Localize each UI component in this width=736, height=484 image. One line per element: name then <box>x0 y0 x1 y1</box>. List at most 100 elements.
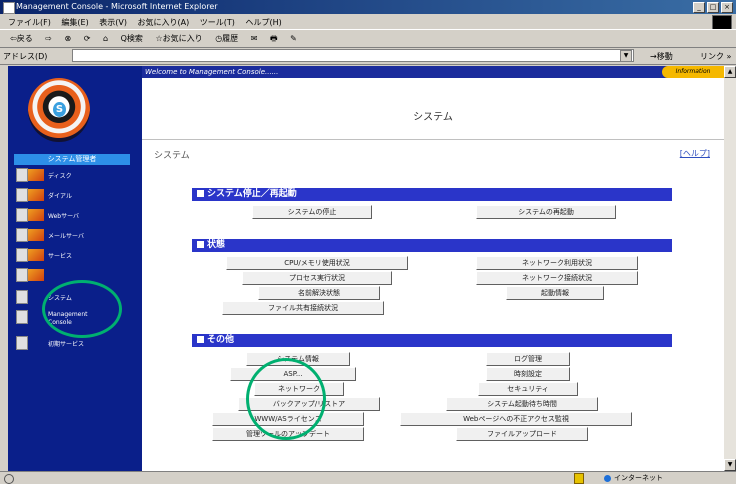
sidebar-item-initial-service[interactable]: 初期サービス <box>16 336 140 350</box>
back-button[interactable]: ⇦戻る <box>10 33 33 44</box>
scroll-up-icon[interactable]: ▲ <box>724 66 736 78</box>
globe-icon <box>604 474 611 482</box>
file-upload-button[interactable]: ファイルアップロード <box>456 427 588 441</box>
section-title: 状態 <box>207 240 226 250</box>
square-icon <box>197 190 204 197</box>
time-setting-button[interactable]: 時刻設定 <box>486 367 570 381</box>
tool-update-button[interactable]: 管理ツールのアップデート <box>212 427 364 441</box>
print-button[interactable]: 🖶 <box>270 33 278 47</box>
section-header-status: 状態 <box>192 239 672 252</box>
service-icon <box>28 249 44 261</box>
security-button[interactable]: セキュリティ <box>478 382 578 396</box>
network-button[interactable]: ネットワーク <box>254 382 344 396</box>
main-content: Welcome to Management Console...... Info… <box>142 66 724 471</box>
scroll-down-icon[interactable]: ▼ <box>724 459 736 471</box>
maximize-button[interactable]: □ <box>707 2 719 13</box>
system-restart-button[interactable]: システムの再起動 <box>476 205 616 219</box>
boot-info-button[interactable]: 起動情報 <box>506 286 604 300</box>
divider <box>142 139 724 140</box>
asp-button[interactable]: ASP... <box>230 367 356 381</box>
document-icon <box>16 188 28 202</box>
vertical-scrollbar[interactable]: ▲ ▼ <box>724 66 736 471</box>
sidebar-item-management-console[interactable]: Management Console <box>16 310 140 330</box>
section-title: その他 <box>207 335 235 345</box>
menu-favorites[interactable]: お気に入り(A) <box>138 17 190 28</box>
backup-restore-button[interactable]: バックアップ/リストア <box>238 397 380 411</box>
toolbar: ⇦戻る ⇨ ⊗ ⟳ ⌂ Q検索 ☆お気に入り ◷履歴 ✉ 🖶 ✎ <box>0 29 736 48</box>
refresh-button[interactable]: ⟳ <box>84 34 91 43</box>
document-icon <box>16 290 28 304</box>
breadcrumb: システム <box>154 151 190 161</box>
mail-icon <box>28 229 44 241</box>
ie-icon <box>3 2 15 14</box>
square-icon <box>197 241 204 248</box>
system-stop-button[interactable]: システムの停止 <box>252 205 372 219</box>
sidebar-item-disk[interactable]: ディスク <box>16 168 140 182</box>
address-label: アドレス(D) <box>3 52 48 61</box>
lock-icon <box>574 473 584 484</box>
log-manage-button[interactable]: ログ管理 <box>486 352 570 366</box>
minimize-button[interactable]: _ <box>693 2 705 13</box>
sidebar-header[interactable]: システム管理者 <box>14 154 130 165</box>
penguin-logo-icon: S <box>28 78 90 142</box>
status-bar: インターネット <box>0 471 736 484</box>
section-title: システム停止／再起動 <box>207 189 297 199</box>
mail-button[interactable]: ✉ <box>251 34 258 43</box>
document-icon <box>16 248 28 262</box>
home-button[interactable]: ⌂ <box>103 34 108 43</box>
document-icon <box>16 208 28 222</box>
favorites-button[interactable]: ☆お気に入り <box>155 33 202 44</box>
go-button[interactable]: →移動 <box>650 51 673 62</box>
sidebar: S システム管理者 ディスク ダイアル Webサーバ メールサーバ サービス シ… <box>8 66 142 471</box>
menu-view[interactable]: 表示(V) <box>99 17 127 28</box>
system-info-button[interactable]: システム情報 <box>246 352 350 366</box>
document-icon <box>16 228 28 242</box>
document-icon <box>16 168 28 182</box>
search-button[interactable]: Q検索 <box>121 33 143 44</box>
close-button[interactable]: × <box>721 2 733 13</box>
section-header-other: その他 <box>192 334 672 347</box>
square-icon <box>197 336 204 343</box>
stop-button[interactable]: ⊗ <box>65 34 72 43</box>
tool-icon <box>28 269 44 281</box>
windows-logo-icon <box>712 15 732 30</box>
page-title: システム <box>413 112 453 123</box>
chevron-down-icon[interactable]: ▼ <box>620 50 632 62</box>
network-usage-button[interactable]: ネットワーク利用状況 <box>476 256 638 270</box>
file-share-button[interactable]: ファイル共有接続状況 <box>222 301 384 315</box>
web-icon <box>28 209 44 221</box>
forward-button[interactable]: ⇨ <box>45 34 52 43</box>
sidebar-item-unlabeled[interactable] <box>16 268 140 282</box>
document-icon <box>16 310 28 324</box>
document-icon <box>16 268 28 282</box>
zone-label: インターネット <box>614 474 663 482</box>
menu-file[interactable]: ファイル(F) <box>8 17 51 28</box>
sidebar-item-service[interactable]: サービス <box>16 248 140 262</box>
menu-tools[interactable]: ツール(T) <box>200 17 235 28</box>
process-status-button[interactable]: プロセス実行状況 <box>242 271 392 285</box>
menu-help[interactable]: ヘルプ(H) <box>245 17 281 28</box>
edit-button[interactable]: ✎ <box>290 34 297 43</box>
sidebar-item-system[interactable]: システム <box>16 290 140 304</box>
address-input[interactable] <box>72 49 634 62</box>
boot-wait-button[interactable]: システム起動待ち時間 <box>446 397 598 411</box>
sidebar-item-dial[interactable]: ダイアル <box>16 188 140 202</box>
name-resolution-button[interactable]: 名前解決状態 <box>258 286 380 300</box>
sidebar-item-web[interactable]: Webサーバ <box>16 208 140 222</box>
section-header-shutdown: システム停止／再起動 <box>192 188 672 201</box>
document-icon <box>16 336 28 350</box>
web-access-monitor-button[interactable]: Webページへの不正アクセス監視 <box>400 412 632 426</box>
security-zone: インターネット <box>604 473 663 483</box>
dial-icon <box>28 189 44 201</box>
information-tab[interactable]: Information <box>662 66 724 78</box>
welcome-text: Welcome to Management Console...... <box>145 68 279 76</box>
help-link[interactable]: [ヘルプ] <box>680 148 710 159</box>
links-button[interactable]: リンク » <box>700 51 731 62</box>
cpu-memory-button[interactable]: CPU/メモリ使用状況 <box>226 256 408 270</box>
welcome-banner: Welcome to Management Console...... Info… <box>142 66 724 78</box>
history-button[interactable]: ◷履歴 <box>215 33 238 44</box>
network-connection-button[interactable]: ネットワーク接続状況 <box>476 271 638 285</box>
sidebar-item-mail[interactable]: メールサーバ <box>16 228 140 242</box>
www-license-button[interactable]: WWW/ASライセンス <box>212 412 364 426</box>
menu-edit[interactable]: 編集(E) <box>61 17 88 28</box>
